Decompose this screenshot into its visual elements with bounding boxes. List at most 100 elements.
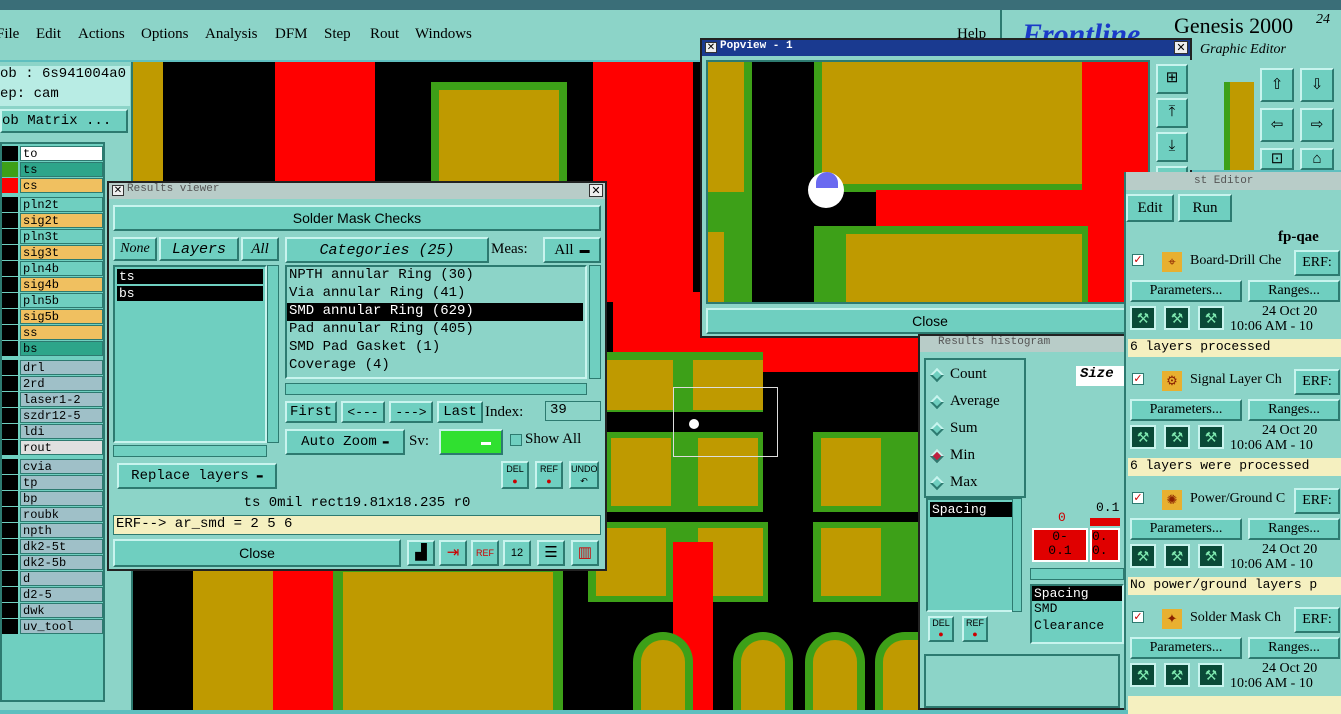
- layer-row-to[interactable]: to: [2, 146, 103, 161]
- index-input[interactable]: 39: [545, 401, 601, 421]
- layer-row-rout[interactable]: rout: [2, 440, 103, 455]
- check-erf-dropdown[interactable]: ERF:: [1294, 369, 1340, 395]
- histogram-option-average[interactable]: Average: [929, 393, 1024, 415]
- layer-color-swatch[interactable]: [2, 376, 18, 391]
- run-check-icon[interactable]: ⚒: [1198, 306, 1224, 330]
- del-button[interactable]: DEL ●: [928, 616, 954, 642]
- replace-layers-dropdown[interactable]: Replace layers ▬: [117, 463, 277, 489]
- layer-color-swatch[interactable]: [2, 603, 18, 618]
- checklist-titlebar[interactable]: st Editor: [1126, 172, 1341, 190]
- category-item[interactable]: Coverage (4): [287, 357, 583, 375]
- category-item[interactable]: Via annular Ring (41): [287, 285, 583, 303]
- popview-close-button[interactable]: Close: [706, 308, 1154, 334]
- check-erf-dropdown[interactable]: ERF:: [1294, 488, 1340, 514]
- histogram-list-2[interactable]: Spacing SMD Clearance: [1030, 584, 1124, 644]
- list-item[interactable]: SMD: [1032, 601, 1122, 618]
- ref-button[interactable]: REF ●: [962, 616, 988, 642]
- layer-color-swatch[interactable]: [2, 277, 18, 292]
- layer-row-szdr12-5[interactable]: szdr12-5: [2, 408, 103, 423]
- close-icon[interactable]: ✕: [1174, 41, 1188, 54]
- check-ranges-button[interactable]: Ranges...: [1248, 399, 1340, 421]
- layer-row-d2-5[interactable]: d2-5: [2, 587, 103, 602]
- layer-color-swatch[interactable]: [2, 491, 18, 506]
- category-list-scrollbar[interactable]: [589, 265, 601, 379]
- run-subset-icon[interactable]: ⚒: [1164, 544, 1190, 568]
- layer-color-swatch[interactable]: [2, 293, 18, 308]
- layer-color-swatch[interactable]: [2, 424, 18, 439]
- run-icon[interactable]: ⚒: [1130, 663, 1156, 687]
- check-ranges-button[interactable]: Ranges...: [1248, 637, 1340, 659]
- list-item[interactable]: Spacing: [1032, 586, 1122, 601]
- layer-row-drl[interactable]: drl: [2, 360, 103, 375]
- menu-windows[interactable]: Windows: [415, 26, 472, 43]
- layer-color-swatch[interactable]: [2, 325, 18, 340]
- check-parameters-button[interactable]: Parameters...: [1130, 280, 1242, 302]
- layer-color-swatch[interactable]: [2, 146, 18, 161]
- histogram-option-sum[interactable]: Sum: [929, 420, 1024, 442]
- layer-row-d[interactable]: d: [2, 571, 103, 586]
- layer-color-swatch[interactable]: [2, 440, 18, 455]
- list-item[interactable]: bs: [117, 286, 263, 301]
- menu-rout[interactable]: Rout: [370, 26, 399, 43]
- check-checkbox[interactable]: ✓: [1132, 373, 1144, 385]
- layer-color-swatch[interactable]: [2, 162, 18, 177]
- run-icon[interactable]: ⚒: [1130, 425, 1156, 449]
- layer-row-uv_tool[interactable]: uv_tool: [2, 619, 103, 634]
- layer-color-swatch[interactable]: [2, 523, 18, 538]
- menu-file[interactable]: File: [0, 26, 19, 43]
- move-up-icon[interactable]: ⤒: [1156, 98, 1188, 128]
- layer-color-swatch[interactable]: [2, 619, 18, 634]
- histogram-option-max[interactable]: Max: [929, 474, 1024, 496]
- check-checkbox[interactable]: ✓: [1132, 492, 1144, 504]
- layer-color-swatch[interactable]: [2, 213, 18, 228]
- show-all-checkbox[interactable]: [510, 434, 522, 446]
- category-list-hscroll[interactable]: [285, 383, 587, 395]
- layer-row-npth[interactable]: npth: [2, 523, 103, 538]
- histogram-icon[interactable]: ▥: [571, 540, 599, 566]
- ref-strike-icon[interactable]: REF: [471, 540, 499, 566]
- run-subset-icon[interactable]: ⚒: [1164, 306, 1190, 330]
- check-name[interactable]: Signal Layer Ch: [1190, 372, 1282, 388]
- results-close-button[interactable]: Close: [113, 539, 401, 567]
- check-name[interactable]: Solder Mask Ch: [1190, 610, 1281, 626]
- layer-row-cvia[interactable]: cvia: [2, 459, 103, 474]
- layer-color-swatch[interactable]: [2, 587, 18, 602]
- layer-row-sig4b[interactable]: sig4b: [2, 277, 103, 292]
- list-item[interactable]: ts: [117, 269, 263, 284]
- menu-dfm[interactable]: DFM: [275, 26, 308, 43]
- last-button[interactable]: Last: [437, 401, 483, 423]
- categories-button[interactable]: Categories (25): [285, 237, 489, 263]
- job-matrix-button[interactable]: ob Matrix ...: [0, 109, 128, 133]
- layer-icon[interactable]: ▟: [407, 540, 435, 566]
- layer-color-swatch[interactable]: [2, 475, 18, 490]
- histogram-option-count[interactable]: Count: [929, 366, 1024, 388]
- layer-row-sig5b[interactable]: sig5b: [2, 309, 103, 324]
- first-button[interactable]: First: [285, 401, 337, 423]
- check-name[interactable]: Board-Drill Che: [1190, 253, 1281, 269]
- layers-none-button[interactable]: None: [113, 237, 157, 261]
- layers-all-button[interactable]: All: [241, 237, 279, 261]
- pan-down-icon[interactable]: ⇩: [1300, 68, 1334, 102]
- menu-options[interactable]: Options: [141, 26, 189, 43]
- category-item[interactable]: SMD Pad Gasket (1): [287, 339, 583, 357]
- layer-color-swatch[interactable]: [2, 459, 18, 474]
- histogram-list-scrollbar[interactable]: [1012, 498, 1022, 612]
- layer-row-laser1-2[interactable]: laser1-2: [2, 392, 103, 407]
- pan-up-icon[interactable]: ⇧: [1260, 68, 1294, 102]
- layer-color-swatch[interactable]: [2, 507, 18, 522]
- layer-result-list[interactable]: ts bs: [113, 265, 267, 443]
- report-icon[interactable]: ☰: [537, 540, 565, 566]
- popview-canvas[interactable]: [706, 60, 1150, 304]
- check-ranges-button[interactable]: Ranges...: [1248, 518, 1340, 540]
- close-icon[interactable]: ✕: [589, 184, 603, 197]
- list-item[interactable]: Clearance: [1032, 618, 1122, 635]
- category-list[interactable]: NPTH annular Ring (30) Via annular Ring (…: [285, 265, 587, 379]
- layer-row-cs[interactable]: cs: [2, 178, 103, 193]
- check-ranges-button[interactable]: Ranges...: [1248, 280, 1340, 302]
- layer-row-tp[interactable]: tp: [2, 475, 103, 490]
- sv-color-dropdown[interactable]: ▬: [439, 429, 503, 455]
- category-item[interactable]: Pad annular Ring (405): [287, 321, 583, 339]
- layer-row-bp[interactable]: bp: [2, 491, 103, 506]
- layer-row-sig3t[interactable]: sig3t: [2, 245, 103, 260]
- check-erf-dropdown[interactable]: ERF:: [1294, 250, 1340, 276]
